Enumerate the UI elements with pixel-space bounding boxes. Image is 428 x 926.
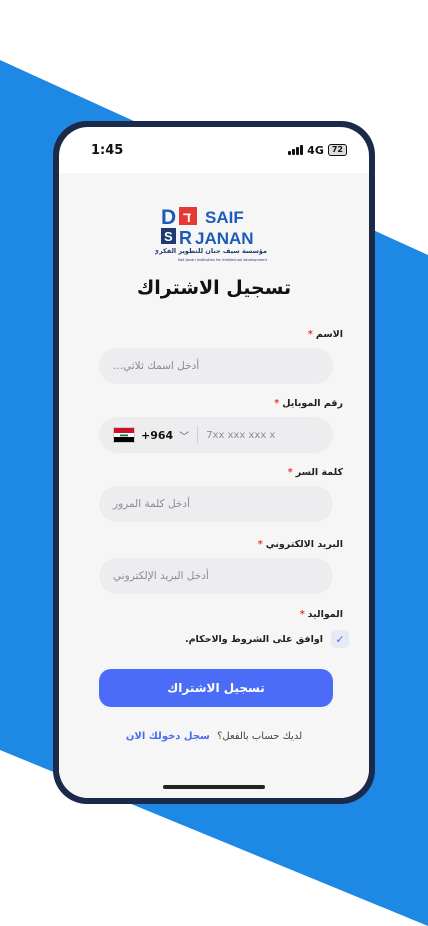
required-mark: * <box>299 609 305 620</box>
login-link[interactable]: سجل دخولك الان <box>126 731 210 742</box>
home-indicator[interactable] <box>163 785 265 789</box>
svg-text:JANAN: JANAN <box>195 229 254 248</box>
country-code[interactable]: +964 <box>141 429 173 442</box>
battery-icon: 72 <box>327 144 347 156</box>
status-bar: 1:45 4G 72 <box>59 127 369 173</box>
name-field[interactable]: أدخل اسمك ثلاثي... <box>99 348 333 384</box>
password-label: كلمة السر* <box>288 467 343 478</box>
svg-text:S: S <box>164 229 173 244</box>
svg-text:مؤسسة سيف جنان للتطوير الفكري: مؤسسة سيف جنان للتطوير الفكري <box>155 247 267 255</box>
email-label: البريد الالكتروني* <box>258 539 343 550</box>
status-time: 1:45 <box>91 142 124 158</box>
status-indicators: 4G 72 <box>288 144 347 157</box>
email-field[interactable]: أدخل البريد الإلكتروني <box>99 558 333 594</box>
have-account-text: لديك حساب بالفعل؟ <box>217 731 303 742</box>
divider <box>197 426 199 444</box>
required-mark: * <box>257 539 263 550</box>
svg-text:SAIF: SAIF <box>205 208 244 227</box>
mobile-label-text: رقم الموبايل <box>282 398 343 409</box>
terms-row[interactable]: ✓ اوافق على الشروط والاحكام. <box>185 630 349 648</box>
required-mark: * <box>274 398 280 409</box>
signup-button[interactable]: تسجيل الاشتراك <box>99 669 333 707</box>
required-mark: * <box>287 467 293 478</box>
birth-label-text: المواليد <box>307 609 343 620</box>
network-label: 4G <box>307 143 324 157</box>
svg-text:Saif Janan Institution for int: Saif Janan Institution for intellectual … <box>178 258 268 262</box>
birth-label: المواليد* <box>300 609 343 620</box>
name-label-text: الاسم <box>315 329 343 340</box>
mobile-label: رقم الموبايل* <box>274 398 343 409</box>
login-row: لديك حساب بالفعل؟ سجل دخولك الان <box>59 731 369 742</box>
signup-screen: D ד SAIF S R JANAN مؤسسة سيف جنان للتطوي… <box>59 173 369 798</box>
email-placeholder: أدخل البريد الإلكتروني <box>113 570 209 582</box>
phone-screen: 1:45 4G 72 D ד SAIF S R JANAN مؤسسة سيف … <box>59 127 369 798</box>
iraq-flag-icon[interactable] <box>113 427 135 443</box>
mobile-placeholder: 7xx xxx xxx x <box>206 429 276 441</box>
email-label-text: البريد الالكتروني <box>265 539 343 550</box>
page-title: تسجيل الاشتراك <box>136 277 292 299</box>
terms-text: اوافق على الشروط والاحكام. <box>184 633 323 645</box>
name-placeholder: أدخل اسمك ثلاثي... <box>113 360 200 372</box>
password-field[interactable]: أدخل كلمة المرور <box>99 486 333 522</box>
phone-frame: 1:45 4G 72 D ד SAIF S R JANAN مؤسسة سيف … <box>53 121 375 804</box>
logo: D ד SAIF S R JANAN مؤسسة سيف جنان للتطوي… <box>155 206 268 262</box>
name-label: الاسم* <box>308 329 343 340</box>
signal-icon <box>288 145 304 155</box>
required-mark: * <box>307 329 313 340</box>
chevron-down-icon[interactable]: ﹀ <box>179 428 189 443</box>
svg-text:R: R <box>179 228 192 248</box>
mobile-field[interactable]: +964 ﹀ 7xx xxx xxx x <box>99 417 333 453</box>
terms-checkbox[interactable]: ✓ <box>331 630 349 648</box>
password-placeholder: أدخل كلمة المرور <box>113 498 191 510</box>
svg-text:D: D <box>161 206 176 229</box>
password-label-text: كلمة السر <box>295 467 343 478</box>
svg-text:ד: ד <box>183 209 191 225</box>
